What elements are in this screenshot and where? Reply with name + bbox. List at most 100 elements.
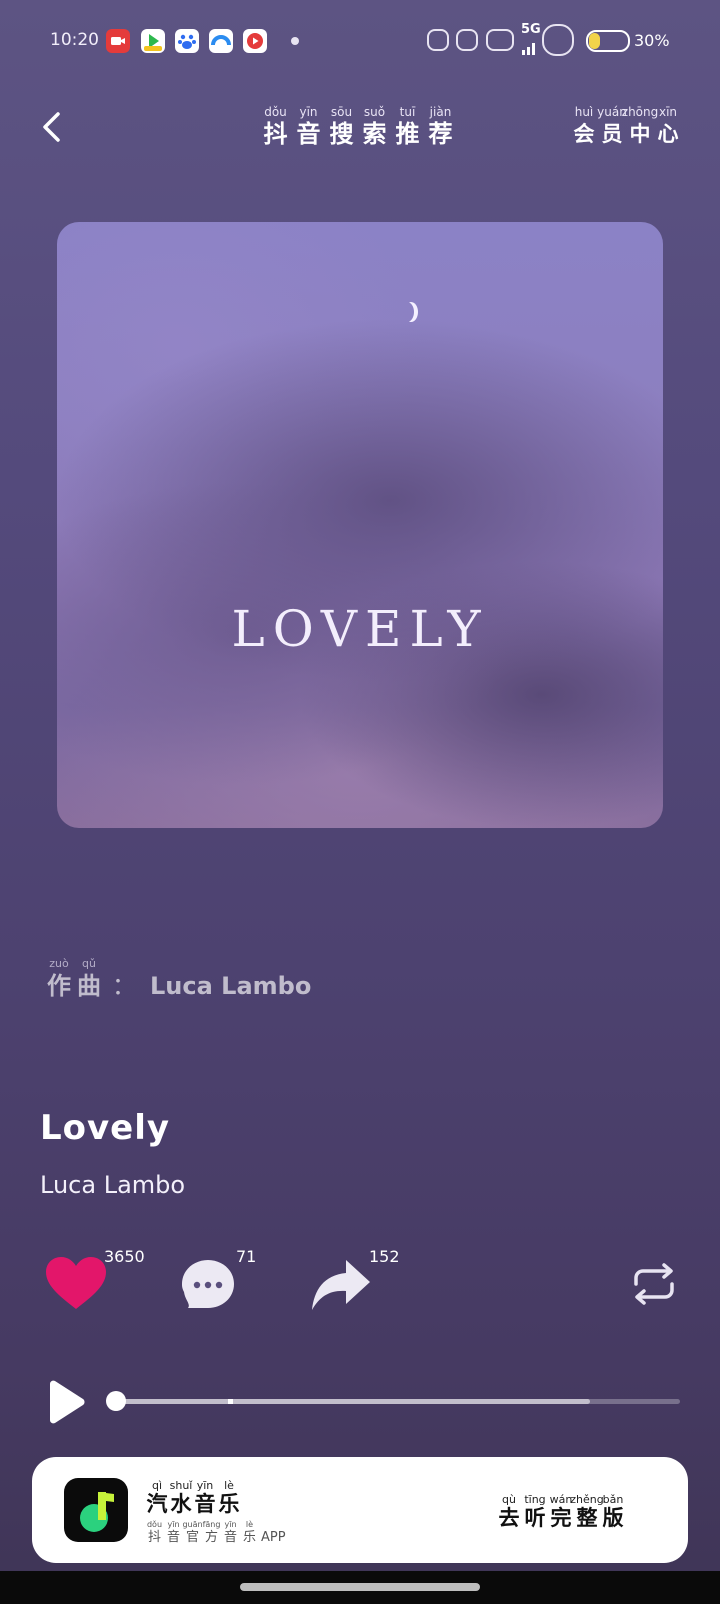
song-artist[interactable]: Luca Lambo — [40, 1171, 185, 1199]
comment-bubble-icon[interactable] — [180, 1258, 236, 1312]
app-name-char: yīn 音 — [193, 1479, 217, 1516]
title-char: jiàn 荐 — [424, 104, 457, 148]
title-pinyin: sōu — [330, 105, 353, 119]
app-subtitle-pinyin: guān — [182, 1520, 203, 1529]
battery-percent: 30% — [634, 31, 670, 50]
app-subtitle-char: dǒu 抖 — [145, 1520, 164, 1546]
cta-hanzi: 去 — [498, 1506, 520, 1530]
member-pinyin: huì — [574, 105, 594, 119]
app-name-char: shuǐ 水 — [169, 1479, 193, 1516]
composer-label-char: zuò 作 — [44, 956, 74, 1000]
moon-icon — [400, 302, 414, 322]
back-arrow-icon[interactable] — [34, 108, 74, 148]
title-pinyin: suǒ — [363, 105, 386, 119]
app-subtitle-hanzi: 官 — [185, 1530, 199, 1545]
member-center-button[interactable]: huì 会 yuán 员 zhōng 中 xīn 心 — [570, 104, 682, 148]
album-cover: LOVELY — [57, 222, 663, 828]
play-icon[interactable] — [46, 1380, 86, 1424]
composer-label-pinyin: zuò — [49, 957, 69, 970]
app-subtitle-pinyin: yīn — [224, 1520, 237, 1529]
share-arrow-icon[interactable] — [310, 1258, 372, 1312]
cta-char: qù 去 — [496, 1493, 522, 1530]
cta-hanzi: 完 — [550, 1506, 572, 1530]
title-hanzi: 音 — [296, 120, 321, 148]
progress-marker — [228, 1399, 233, 1404]
cta-char: zhěng 整 — [570, 1493, 603, 1530]
app-name-hanzi: 乐 — [218, 1492, 240, 1516]
page-title: dǒu 抖 yīn 音 sōu 搜 suǒ 索 tuī 推 jiàn 荐 — [259, 104, 457, 148]
app-name-hanzi: 水 — [170, 1492, 192, 1516]
cta-pinyin: zhěng — [570, 1493, 604, 1506]
member-hanzi: 心 — [657, 122, 679, 146]
app-name-pinyin: yīn — [196, 1479, 214, 1492]
app-subtitle-char: fāng 方 — [202, 1520, 221, 1546]
more-notifications-dot — [291, 37, 299, 45]
title-char: sōu 搜 — [325, 104, 358, 148]
qishui-music-app-icon — [64, 1478, 128, 1542]
member-char: huì 会 — [570, 104, 598, 148]
progress-bar[interactable] — [115, 1399, 680, 1404]
album-cover-title: LOVELY — [231, 600, 489, 658]
app-subtitle-pinyin: fāng — [202, 1520, 221, 1529]
status-time: 10:20 — [50, 30, 99, 50]
title-char: yīn 音 — [292, 104, 325, 148]
screen-record-icon — [106, 29, 130, 53]
member-pinyin: zhōng — [621, 105, 659, 119]
repeat-loop-icon[interactable] — [630, 1262, 678, 1306]
alarm-icon — [427, 29, 449, 51]
cta-pinyin: bǎn — [602, 1493, 624, 1506]
signal-strength-icon — [542, 24, 574, 56]
cta-pinyin: wán — [549, 1493, 573, 1506]
app-name-char: qì 汽 — [145, 1479, 169, 1516]
cta-char: tīng 听 — [522, 1493, 548, 1530]
title-char: suǒ 索 — [358, 104, 391, 148]
app-subtitle-char: yīn 音 — [221, 1520, 240, 1546]
cta-char: bǎn 版 — [600, 1493, 626, 1530]
app-name-char: lè 乐 — [217, 1479, 241, 1516]
status-bar: 10:20 5G 30% — [0, 0, 720, 84]
home-indicator[interactable] — [240, 1583, 480, 1591]
progress-knob[interactable] — [106, 1391, 126, 1411]
signal-icon — [522, 43, 535, 55]
dnd-icon — [456, 29, 478, 51]
composer-name: Luca Lambo — [150, 972, 312, 1000]
cta-hanzi: 版 — [602, 1506, 624, 1530]
title-char: dǒu 抖 — [259, 104, 292, 148]
app-subtitle-hanzi: 方 — [204, 1530, 218, 1545]
app-subtitle-pinyin: lè — [245, 1520, 254, 1529]
title-pinyin: yīn — [299, 105, 318, 119]
wifi-icon — [486, 29, 514, 51]
composer-label-pinyin: qǔ — [82, 957, 96, 970]
baidu-icon — [175, 29, 199, 53]
member-hanzi: 会 — [573, 122, 595, 146]
title-hanzi: 荐 — [428, 120, 453, 148]
progress-buffered — [115, 1399, 590, 1404]
app-subtitle-pinyin: yīn — [167, 1520, 180, 1529]
app-subtitle-hanzi: 音 — [223, 1530, 237, 1545]
app-promo-banner[interactable]: qì 汽 shuǐ 水 yīn 音 lè 乐 dǒu 抖 yīn 音 guān 官 fāng 方 yīn 音 lè… — [32, 1457, 688, 1563]
comments-count: 71 — [236, 1247, 257, 1266]
battery-icon — [586, 30, 630, 52]
app-name-pinyin: qì — [151, 1479, 163, 1492]
app-subtitle-hanzi: 乐 — [242, 1530, 256, 1545]
title-char: tuī 推 — [391, 104, 424, 148]
network-type: 5G — [521, 22, 541, 37]
likes-count: 3650 — [104, 1247, 145, 1266]
app-name-hanzi: 汽 — [146, 1492, 168, 1516]
app-subtitle-hanzi: 抖 — [147, 1530, 161, 1545]
browser-icon — [209, 29, 233, 53]
app-name: qì 汽 shuǐ 水 yīn 音 lè 乐 — [145, 1479, 241, 1516]
like-heart-icon[interactable] — [44, 1255, 108, 1313]
app-name-pinyin: shuǐ — [169, 1479, 193, 1492]
title-hanzi: 搜 — [329, 120, 354, 148]
member-pinyin: xīn — [658, 105, 678, 119]
app-subtitle-pinyin: dǒu — [146, 1520, 163, 1529]
app-subtitle-hanzi: 音 — [166, 1530, 180, 1545]
title-pinyin: tuī — [399, 105, 416, 119]
title-pinyin: dǒu — [264, 105, 287, 119]
video-play-icon — [243, 29, 267, 53]
listen-full-version-button[interactable]: qù 去 tīng 听 wán 完 zhěng 整 bǎn 版 — [496, 1493, 626, 1530]
composer-label-char: qǔ 曲 — [74, 956, 104, 1000]
title-hanzi: 索 — [362, 120, 387, 148]
member-hanzi: 中 — [629, 122, 651, 146]
